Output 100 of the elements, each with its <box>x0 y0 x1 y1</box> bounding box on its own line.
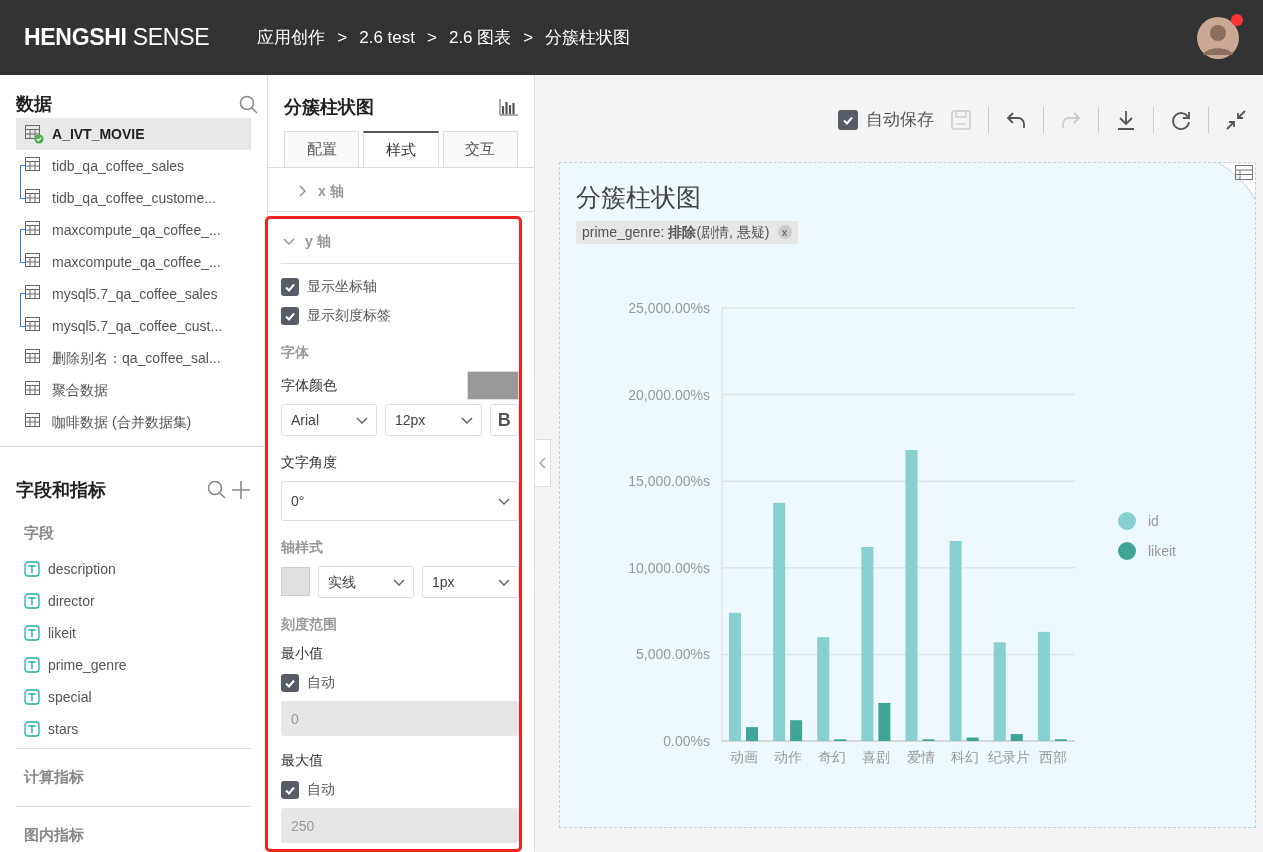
dataset-item[interactable]: mysql5.7_qa_coffee_cust... <box>16 310 251 342</box>
remove-filter-button[interactable]: x <box>777 225 792 239</box>
panel-title: 字段和指标 <box>16 478 106 502</box>
tab[interactable]: 样式 <box>363 131 439 167</box>
dataset-item[interactable]: maxcompute_qa_coffee_... <box>16 246 251 278</box>
axis-label: 10,000.00%s <box>628 559 710 576</box>
checkbox[interactable] <box>281 673 299 692</box>
download-button[interactable] <box>1115 109 1137 131</box>
plus-icon[interactable] <box>231 480 251 500</box>
logo: HENGSHI SENSE <box>24 23 210 53</box>
checkbox[interactable] <box>838 110 858 130</box>
axis-label: 西部 <box>1038 749 1067 765</box>
dataset-item[interactable]: A_IVT_MOVIE <box>16 118 251 150</box>
axis-label: 动作 <box>774 749 803 765</box>
legend-marker <box>1118 512 1136 530</box>
bar-chart-icon[interactable] <box>498 97 518 117</box>
field-item[interactable]: stars <box>24 713 251 745</box>
breadcrumb-separator: > <box>522 26 535 49</box>
breadcrumb-separator: > <box>426 26 438 49</box>
redo-icon <box>1060 109 1082 131</box>
breadcrumb-link[interactable]: 2.6 图表 <box>448 24 512 51</box>
bar[interactable] <box>905 450 918 741</box>
section-title: 图内指标 <box>24 825 85 846</box>
bold-button[interactable]: B <box>489 404 519 436</box>
line-style-select[interactable]: 实线 <box>318 566 414 598</box>
bar[interactable] <box>817 637 830 741</box>
field-item[interactable]: prime_genre <box>24 649 251 681</box>
filter-text: prime_genre: 排除(剧情, 悬疑) <box>582 222 770 242</box>
bar[interactable] <box>773 502 786 741</box>
section-title: x 轴 <box>318 181 344 201</box>
collapse-handle[interactable] <box>535 439 551 487</box>
dataset-item[interactable]: tidb_qa_coffee_sales <box>16 150 251 182</box>
line-width-select[interactable]: 1px <box>422 566 519 598</box>
section-title: 计算指标 <box>24 767 85 788</box>
breadcrumb-link[interactable]: 2.6 test <box>359 24 415 51</box>
checkbox-label: 自动 <box>307 780 335 799</box>
dataset-item[interactable]: maxcompute_qa_coffee_... <box>16 214 251 246</box>
bar[interactable] <box>949 540 962 741</box>
save-icon <box>950 109 972 131</box>
bar[interactable] <box>1010 734 1023 741</box>
download-icon <box>1115 109 1137 131</box>
search-icon[interactable] <box>239 94 259 115</box>
bar[interactable] <box>878 702 891 741</box>
axis-label: 25,000.00%s <box>628 300 710 316</box>
breadcrumb-link[interactable]: 应用创作 <box>257 24 326 51</box>
color-swatch[interactable] <box>281 567 310 596</box>
dataset-item[interactable]: mysql5.7_qa_coffee_sales <box>16 278 251 310</box>
field-item[interactable]: description <box>24 553 251 585</box>
search-icon[interactable] <box>207 480 227 500</box>
bar[interactable] <box>746 727 758 741</box>
font-select[interactable]: Arial <box>281 404 377 436</box>
text-type-icon <box>24 561 40 577</box>
dataset-item[interactable]: 咖啡数据 (合并数据集) <box>16 406 251 438</box>
section-title: y 轴 <box>305 231 331 251</box>
section-title: 字段 <box>24 522 55 543</box>
breadcrumb-current: 分簇柱状图 <box>545 26 631 49</box>
refresh-button[interactable] <box>1170 109 1192 131</box>
checkbox-label: 显示坐标轴 <box>307 277 377 296</box>
bar[interactable] <box>861 547 874 741</box>
legend-marker <box>1118 542 1136 560</box>
chart-title: 分簇柱状图 <box>575 182 701 213</box>
bar[interactable] <box>966 737 979 741</box>
checkbox[interactable] <box>281 780 299 799</box>
tab[interactable]: 配置 <box>284 131 360 167</box>
bar[interactable] <box>1037 631 1050 741</box>
undo-button[interactable] <box>1005 109 1027 131</box>
checkbox[interactable] <box>281 306 299 325</box>
checkbox-label: 自动保存 <box>866 109 934 132</box>
text-type-icon <box>24 689 40 705</box>
bar[interactable] <box>993 642 1006 741</box>
checkbox[interactable] <box>281 277 299 296</box>
dataset-item[interactable]: 删除别名：qa_coffee_sal... <box>16 342 251 374</box>
collapse-icon <box>1225 109 1247 131</box>
axis-label: 科幻 <box>950 749 979 765</box>
field-item[interactable]: likeit <box>24 617 251 649</box>
text-type-icon <box>24 593 40 609</box>
tree-connector <box>20 165 26 199</box>
axis-label: 5,000.00%s <box>636 646 710 663</box>
group-heading: 刻度范围 <box>281 615 338 634</box>
color-swatch[interactable] <box>467 371 519 400</box>
size-select[interactable]: 12px <box>384 404 482 436</box>
axis-label: 0.00%s <box>663 733 710 749</box>
collapse-button[interactable] <box>1225 109 1247 131</box>
axis-label: 20,000.00%s <box>628 386 710 403</box>
angle-select[interactable]: 0° <box>281 481 519 521</box>
field-label: 字体颜色 <box>281 376 337 395</box>
tab[interactable]: 交互 <box>442 131 518 167</box>
dataset-item[interactable]: 聚合数据 <box>16 374 251 406</box>
group-heading: 字体 <box>281 343 310 362</box>
bar[interactable] <box>790 720 803 741</box>
dataset-item[interactable]: tidb_qa_coffee_custome... <box>16 182 251 214</box>
table-icon[interactable] <box>1219 163 1255 199</box>
text-type-icon <box>24 721 40 737</box>
text-type-icon <box>24 625 40 641</box>
text-type-icon <box>24 657 40 673</box>
field-item[interactable]: special <box>24 681 251 713</box>
axis-label: 动画 <box>730 749 759 765</box>
undo-icon <box>1005 109 1027 131</box>
field-label: 最大值 <box>281 751 324 770</box>
field-item[interactable]: director <box>24 585 251 617</box>
